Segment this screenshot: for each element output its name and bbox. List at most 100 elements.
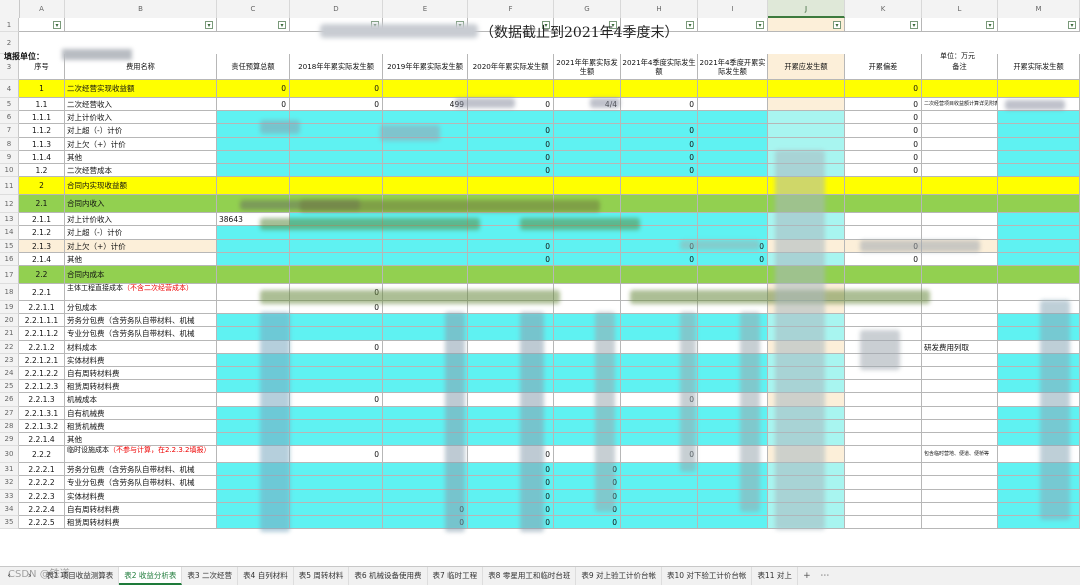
filter-dropdown-icon[interactable]: ▾ xyxy=(986,21,994,29)
cell-d[interactable] xyxy=(290,353,383,367)
cell-c[interactable]: 0 xyxy=(217,80,290,98)
cell-f[interactable] xyxy=(468,111,554,125)
column-header-f[interactable]: F xyxy=(468,0,554,18)
cell-no[interactable]: 2 xyxy=(19,177,65,196)
cell-d[interactable] xyxy=(290,380,383,394)
cell-k[interactable] xyxy=(845,446,922,464)
cell-g[interactable] xyxy=(554,137,621,151)
cell-k[interactable]: 0 xyxy=(845,111,922,125)
row-number[interactable]: 12 xyxy=(0,195,19,214)
cell-no[interactable]: 1.1 xyxy=(19,98,65,112)
cell-h[interactable]: 0 xyxy=(621,164,698,178)
row-number[interactable]: 24 xyxy=(0,367,19,381)
filter-cell[interactable]: ▾ xyxy=(845,18,922,32)
row-number[interactable]: 25 xyxy=(0,380,19,394)
cell-l[interactable] xyxy=(922,393,998,407)
filter-cell[interactable]: ▾ xyxy=(698,18,768,32)
cell-f[interactable]: 0 xyxy=(468,252,554,266)
cell-j[interactable] xyxy=(768,124,845,138)
cell-l[interactable] xyxy=(922,327,998,341)
cell-e[interactable] xyxy=(383,266,468,284)
column-header-h[interactable]: H xyxy=(621,0,698,18)
cell-l[interactable] xyxy=(922,314,998,328)
cell-g[interactable] xyxy=(554,111,621,125)
cell-m[interactable] xyxy=(998,239,1080,253)
cell-d[interactable] xyxy=(290,239,383,253)
cell-d[interactable] xyxy=(290,252,383,266)
cell-f[interactable]: 0 xyxy=(468,164,554,178)
row-number[interactable]: 33 xyxy=(0,489,19,503)
row-number[interactable]: 1 xyxy=(0,18,19,32)
cell-i[interactable] xyxy=(698,213,768,227)
column-header-cell[interactable]: 开累应发生额 xyxy=(768,54,845,80)
filter-dropdown-icon[interactable]: ▾ xyxy=(686,21,694,29)
cell-m[interactable] xyxy=(998,266,1080,284)
cell-no[interactable]: 2.2.2 xyxy=(19,446,65,464)
cell-name[interactable]: 对上超（-）计价 xyxy=(65,124,217,138)
cell-d[interactable] xyxy=(290,137,383,151)
cell-no[interactable]: 1.1.3 xyxy=(19,137,65,151)
cell-d[interactable] xyxy=(290,516,383,530)
row-number[interactable]: 32 xyxy=(0,476,19,490)
column-header-g[interactable]: G xyxy=(554,0,621,18)
column-header-cell[interactable]: 开累偏差 xyxy=(845,54,922,80)
cell-d[interactable] xyxy=(290,164,383,178)
cell-i[interactable] xyxy=(698,266,768,284)
cell-k[interactable] xyxy=(845,463,922,477)
cell-i[interactable] xyxy=(698,137,768,151)
cell-m[interactable] xyxy=(998,252,1080,266)
cell-d[interactable] xyxy=(290,433,383,447)
cell-no[interactable]: 2.2.1 xyxy=(19,284,65,301)
cell-e[interactable] xyxy=(383,80,468,98)
cell-name[interactable]: 二次经营实现收益额 xyxy=(65,80,217,98)
column-header-m[interactable]: M xyxy=(998,0,1080,18)
cell-i[interactable] xyxy=(698,516,768,530)
cell-g[interactable]: 0 xyxy=(554,516,621,530)
cell-name[interactable]: 对上超（-）计价 xyxy=(65,226,217,240)
cell-no[interactable]: 2.2.1.1.2 xyxy=(19,327,65,341)
filter-cell[interactable]: ▾ xyxy=(768,18,845,32)
cell-d[interactable] xyxy=(290,124,383,138)
cell-no[interactable]: 2.2.1.1.1 xyxy=(19,314,65,328)
cell-k[interactable]: 0 xyxy=(845,80,922,98)
sheet-tab[interactable]: 表4 自列材料 xyxy=(238,567,294,585)
cell-l[interactable] xyxy=(922,433,998,447)
cell-name[interactable]: 对上计价收入 xyxy=(65,111,217,125)
column-header-d[interactable]: D xyxy=(290,0,383,18)
row-number[interactable]: 8 xyxy=(0,137,19,151)
column-header-k[interactable]: K xyxy=(845,0,922,18)
cell-k[interactable] xyxy=(845,380,922,394)
filter-dropdown-icon[interactable]: ▾ xyxy=(205,21,213,29)
cell-l[interactable] xyxy=(922,164,998,178)
cell-l[interactable] xyxy=(922,150,998,164)
cell-l[interactable] xyxy=(922,284,998,301)
cell-f[interactable]: 0 xyxy=(468,239,554,253)
cell-d[interactable] xyxy=(290,419,383,433)
sheet-tab[interactable]: 表7 临时工程 xyxy=(428,567,484,585)
cell-e[interactable] xyxy=(383,111,468,125)
cell-i[interactable] xyxy=(698,195,768,214)
row-number[interactable]: 26 xyxy=(0,393,19,407)
cell-name[interactable]: 其他 xyxy=(65,433,217,447)
cell-k[interactable] xyxy=(845,433,922,447)
cell-g[interactable] xyxy=(554,239,621,253)
cell-no[interactable]: 1.2 xyxy=(19,164,65,178)
cell-d[interactable] xyxy=(290,476,383,490)
cell-d[interactable] xyxy=(290,150,383,164)
cell-no[interactable]: 2.2.1.2.1 xyxy=(19,353,65,367)
cell-l[interactable] xyxy=(922,502,998,516)
cell-k[interactable] xyxy=(845,419,922,433)
column-header-cell[interactable]: 责任预算总额 xyxy=(217,54,290,80)
cell-l[interactable]: 包含临时营地、便道、便桥等 xyxy=(922,446,998,464)
select-all-corner[interactable] xyxy=(0,0,20,18)
cell-e[interactable] xyxy=(383,239,468,253)
cell-d[interactable] xyxy=(290,177,383,196)
row-number[interactable]: 5 xyxy=(0,98,19,112)
cell-h[interactable] xyxy=(621,502,698,516)
cell-name[interactable]: 主体工程直接成本（不含二次经营成本） xyxy=(65,284,217,301)
cell-no[interactable]: 2.2.2.3 xyxy=(19,489,65,503)
filter-dropdown-icon[interactable]: ▾ xyxy=(910,21,918,29)
column-header-a[interactable]: A xyxy=(19,0,65,18)
cell-k[interactable] xyxy=(845,266,922,284)
cell-g[interactable] xyxy=(554,252,621,266)
